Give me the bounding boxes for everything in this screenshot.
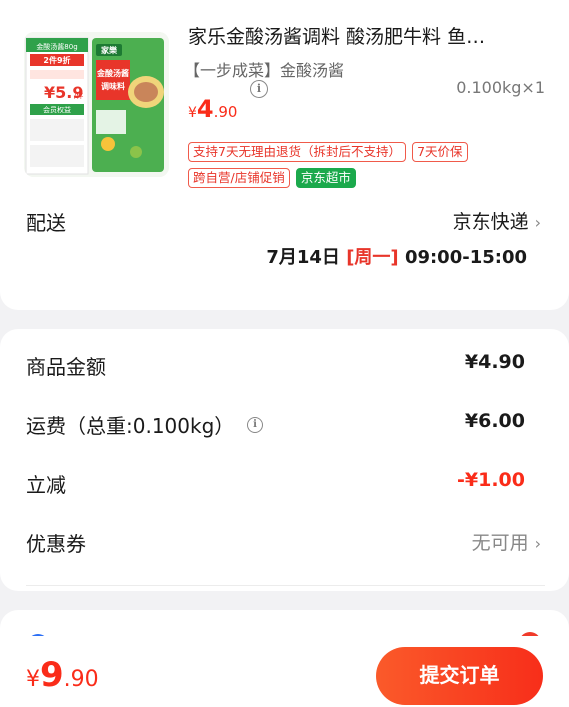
freight-info-icon[interactable]: i [247,417,263,433]
coupon-value: 无可用 › [472,528,541,555]
coupon-row[interactable]: 优惠券 无可用 › [26,528,541,558]
product-price-currency: ¥ [188,105,197,121]
total-integer: 9 [40,655,64,695]
product-price: ¥4.90 [188,95,237,123]
goods-amount-value: ¥4.90 [464,351,525,373]
tag-return-policy: 支持7天无理由退货（拆封后不支持） [188,142,406,162]
product-price-integer: 4 [196,95,214,123]
delivery-window: 09:00-15:00 [404,247,527,268]
freight-value: ¥6.00 [464,410,525,432]
tag-promotion: 跨自营/店铺促销 [188,168,290,188]
discount-value: -¥1.00 [457,469,525,491]
product-title[interactable]: 家乐金酸汤酱调料 酸汤肥牛料 鱼… [188,22,538,49]
checkout-bar: ¥9.90 提交订单 [0,636,569,707]
tag-jd-supermarket: 京东超市 [295,168,356,188]
chevron-right-icon: › [534,534,541,553]
divider [26,585,545,586]
product-quantity: 0.100kg×1 [456,78,545,97]
product-card: 金酸汤酱80g 2件9折 ¥5.9 /件 会员权益 家樂 金酸汤酱 调味料 家乐… [0,0,569,310]
goods-amount-row: 商品金额 ¥4.90 [26,351,525,381]
discount-label: 立减 [26,473,66,497]
image-member-text: 会员权益 [43,105,71,114]
delivery-weekday: [周一] [346,247,399,268]
tag-price-protect: 7天价保 [412,142,468,162]
total-currency: ¥ [26,667,40,692]
delivery-date: 7月14日 [266,247,340,268]
shipping-method-selector[interactable]: 京东快递 › [453,207,541,234]
discount-row: 立减 -¥1.00 [26,469,525,499]
chevron-right-icon: › [534,213,541,232]
product-price-decimal: .90 [213,103,238,121]
delivery-time[interactable]: 7月14日 [周一] 09:00-15:00 [266,243,527,269]
image-brand-text: 家樂 [101,45,118,55]
image-name-line1: 金酸汤酱 [96,68,129,78]
shipping-label: 配送 [26,211,66,235]
price-summary-card: 商品金额 ¥4.90 运费（总重:0.100kg） i ¥6.00 立减 -¥1… [0,329,569,591]
product-image[interactable]: 金酸汤酱80g 2件9折 ¥5.9 /件 会员权益 家樂 金酸汤酱 调味料 [24,32,169,177]
total-decimal: .90 [63,667,99,692]
image-price-unit: /件 [74,91,83,100]
goods-amount-label: 商品金额 [26,355,106,379]
freight-row: 运费（总重:0.100kg） i ¥6.00 [26,410,525,440]
product-spec: 【一步成菜】金酸汤酱 [184,61,345,80]
image-name-line2: 调味料 [101,81,125,91]
price-info-icon[interactable]: i [250,80,268,98]
coupon-label: 优惠券 [26,532,86,556]
shipping-method: 京东快递 [452,211,529,233]
coupon-status: 无可用 [471,532,529,554]
image-discount-text: 2件9折 [43,55,70,65]
product-package-illustration: 金酸汤酱80g 2件9折 ¥5.9 /件 会员权益 家樂 金酸汤酱 调味料 [24,32,169,177]
order-total: ¥9.90 [26,655,99,695]
service-tags: 支持7天无理由退货（拆封后不支持） 7天价保 跨自营/店铺促销 京东超市 [188,141,528,193]
image-banner-text: 金酸汤酱80g [36,42,77,51]
freight-label: 运费（总重:0.100kg） [26,414,235,438]
submit-order-button[interactable]: 提交订单 [376,647,543,705]
